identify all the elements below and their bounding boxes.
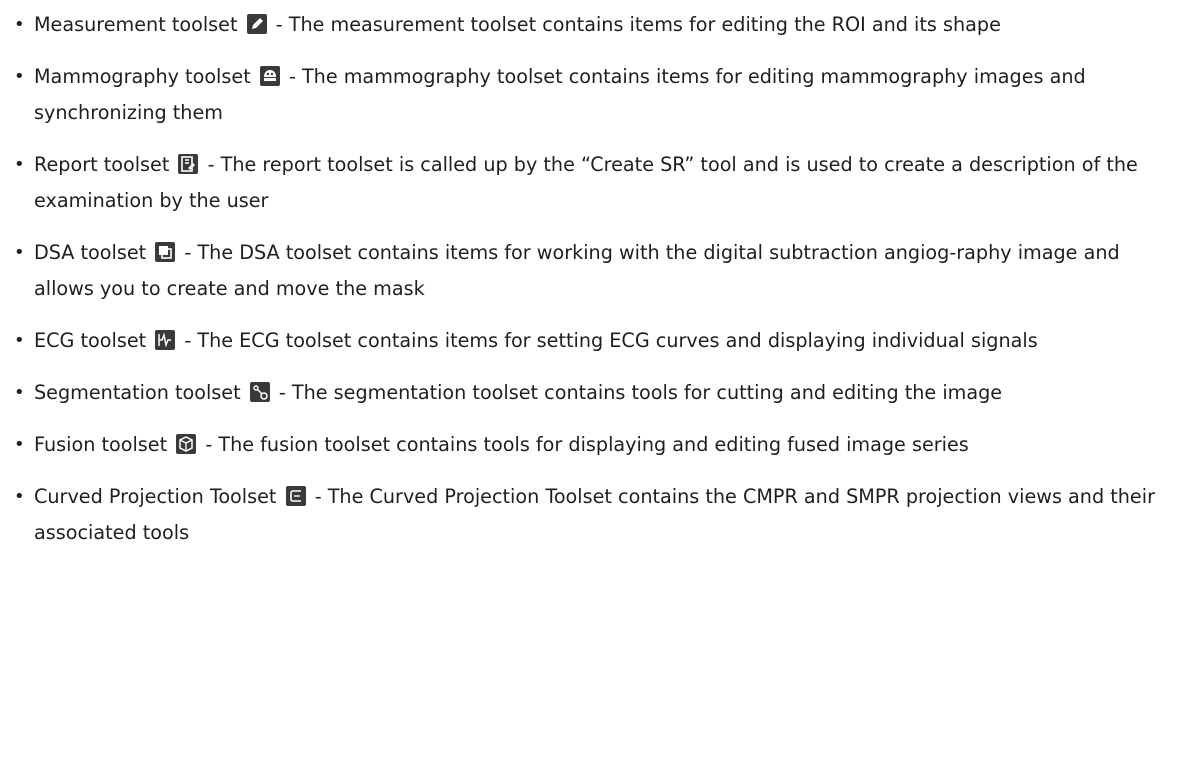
pencil-icon — [246, 14, 267, 34]
toolset-list: • Measurement toolset - The measurement … — [10, 7, 1170, 567]
bullet: • — [14, 434, 25, 455]
toolset-name: DSA toolset — [34, 241, 147, 264]
toolset-name: Mammography toolset — [34, 65, 251, 88]
list-item-segmentation-toolset: • Segmentation toolset - The segmentatio… — [10, 375, 1170, 411]
toolset-description: - The report toolset is called up by the… — [34, 153, 1138, 212]
list-item-ecg-toolset: • ECG toolset - The ECG toolset contains… — [10, 323, 1170, 359]
toolset-description: - The segmentation toolset contains tool… — [278, 381, 1003, 404]
dsa-copy-icon — [155, 242, 176, 262]
list-item-dsa-toolset: • DSA toolset - The DSA toolset contains… — [10, 235, 1170, 307]
toolset-description: - The DSA toolset contains items for wor… — [34, 241, 1120, 300]
bullet: • — [14, 382, 25, 403]
bullet: • — [14, 154, 25, 175]
bullet: • — [14, 242, 25, 263]
bullet: • — [14, 486, 25, 507]
list-item-report-toolset: • Report toolset - The report toolset is… — [10, 147, 1170, 219]
toolset-name: Fusion toolset — [34, 433, 168, 456]
toolset-name: Measurement toolset — [34, 13, 238, 36]
list-item-fusion-toolset: • Fusion toolset - The fusion toolset co… — [10, 427, 1170, 463]
toolset-description: - The fusion toolset contains tools for … — [205, 433, 969, 456]
toolset-description: - The ECG toolset contains items for set… — [184, 329, 1038, 352]
bullet: • — [14, 14, 25, 35]
ecg-icon — [155, 330, 176, 350]
toolset-description: - The measurement toolset contains items… — [275, 13, 1001, 36]
bullet: • — [14, 330, 25, 351]
bullet: • — [14, 66, 25, 87]
list-item-curved-projection-toolset: • Curved Projection Toolset - The Curved… — [10, 479, 1170, 551]
list-item-measurement-toolset: • Measurement toolset - The measurement … — [10, 7, 1170, 43]
toolset-name: Curved Projection Toolset — [34, 485, 277, 508]
toolset-name: Report toolset — [34, 153, 170, 176]
mammography-icon — [259, 66, 280, 86]
toolset-name: ECG toolset — [34, 329, 147, 352]
list-item-mammography-toolset: • Mammography toolset - The mammography … — [10, 59, 1170, 131]
report-edit-icon — [178, 154, 199, 174]
toolset-name: Segmentation toolset — [34, 381, 241, 404]
segmentation-icon — [249, 382, 270, 402]
fusion-cube-icon — [176, 434, 197, 454]
cmpr-icon — [285, 486, 306, 506]
